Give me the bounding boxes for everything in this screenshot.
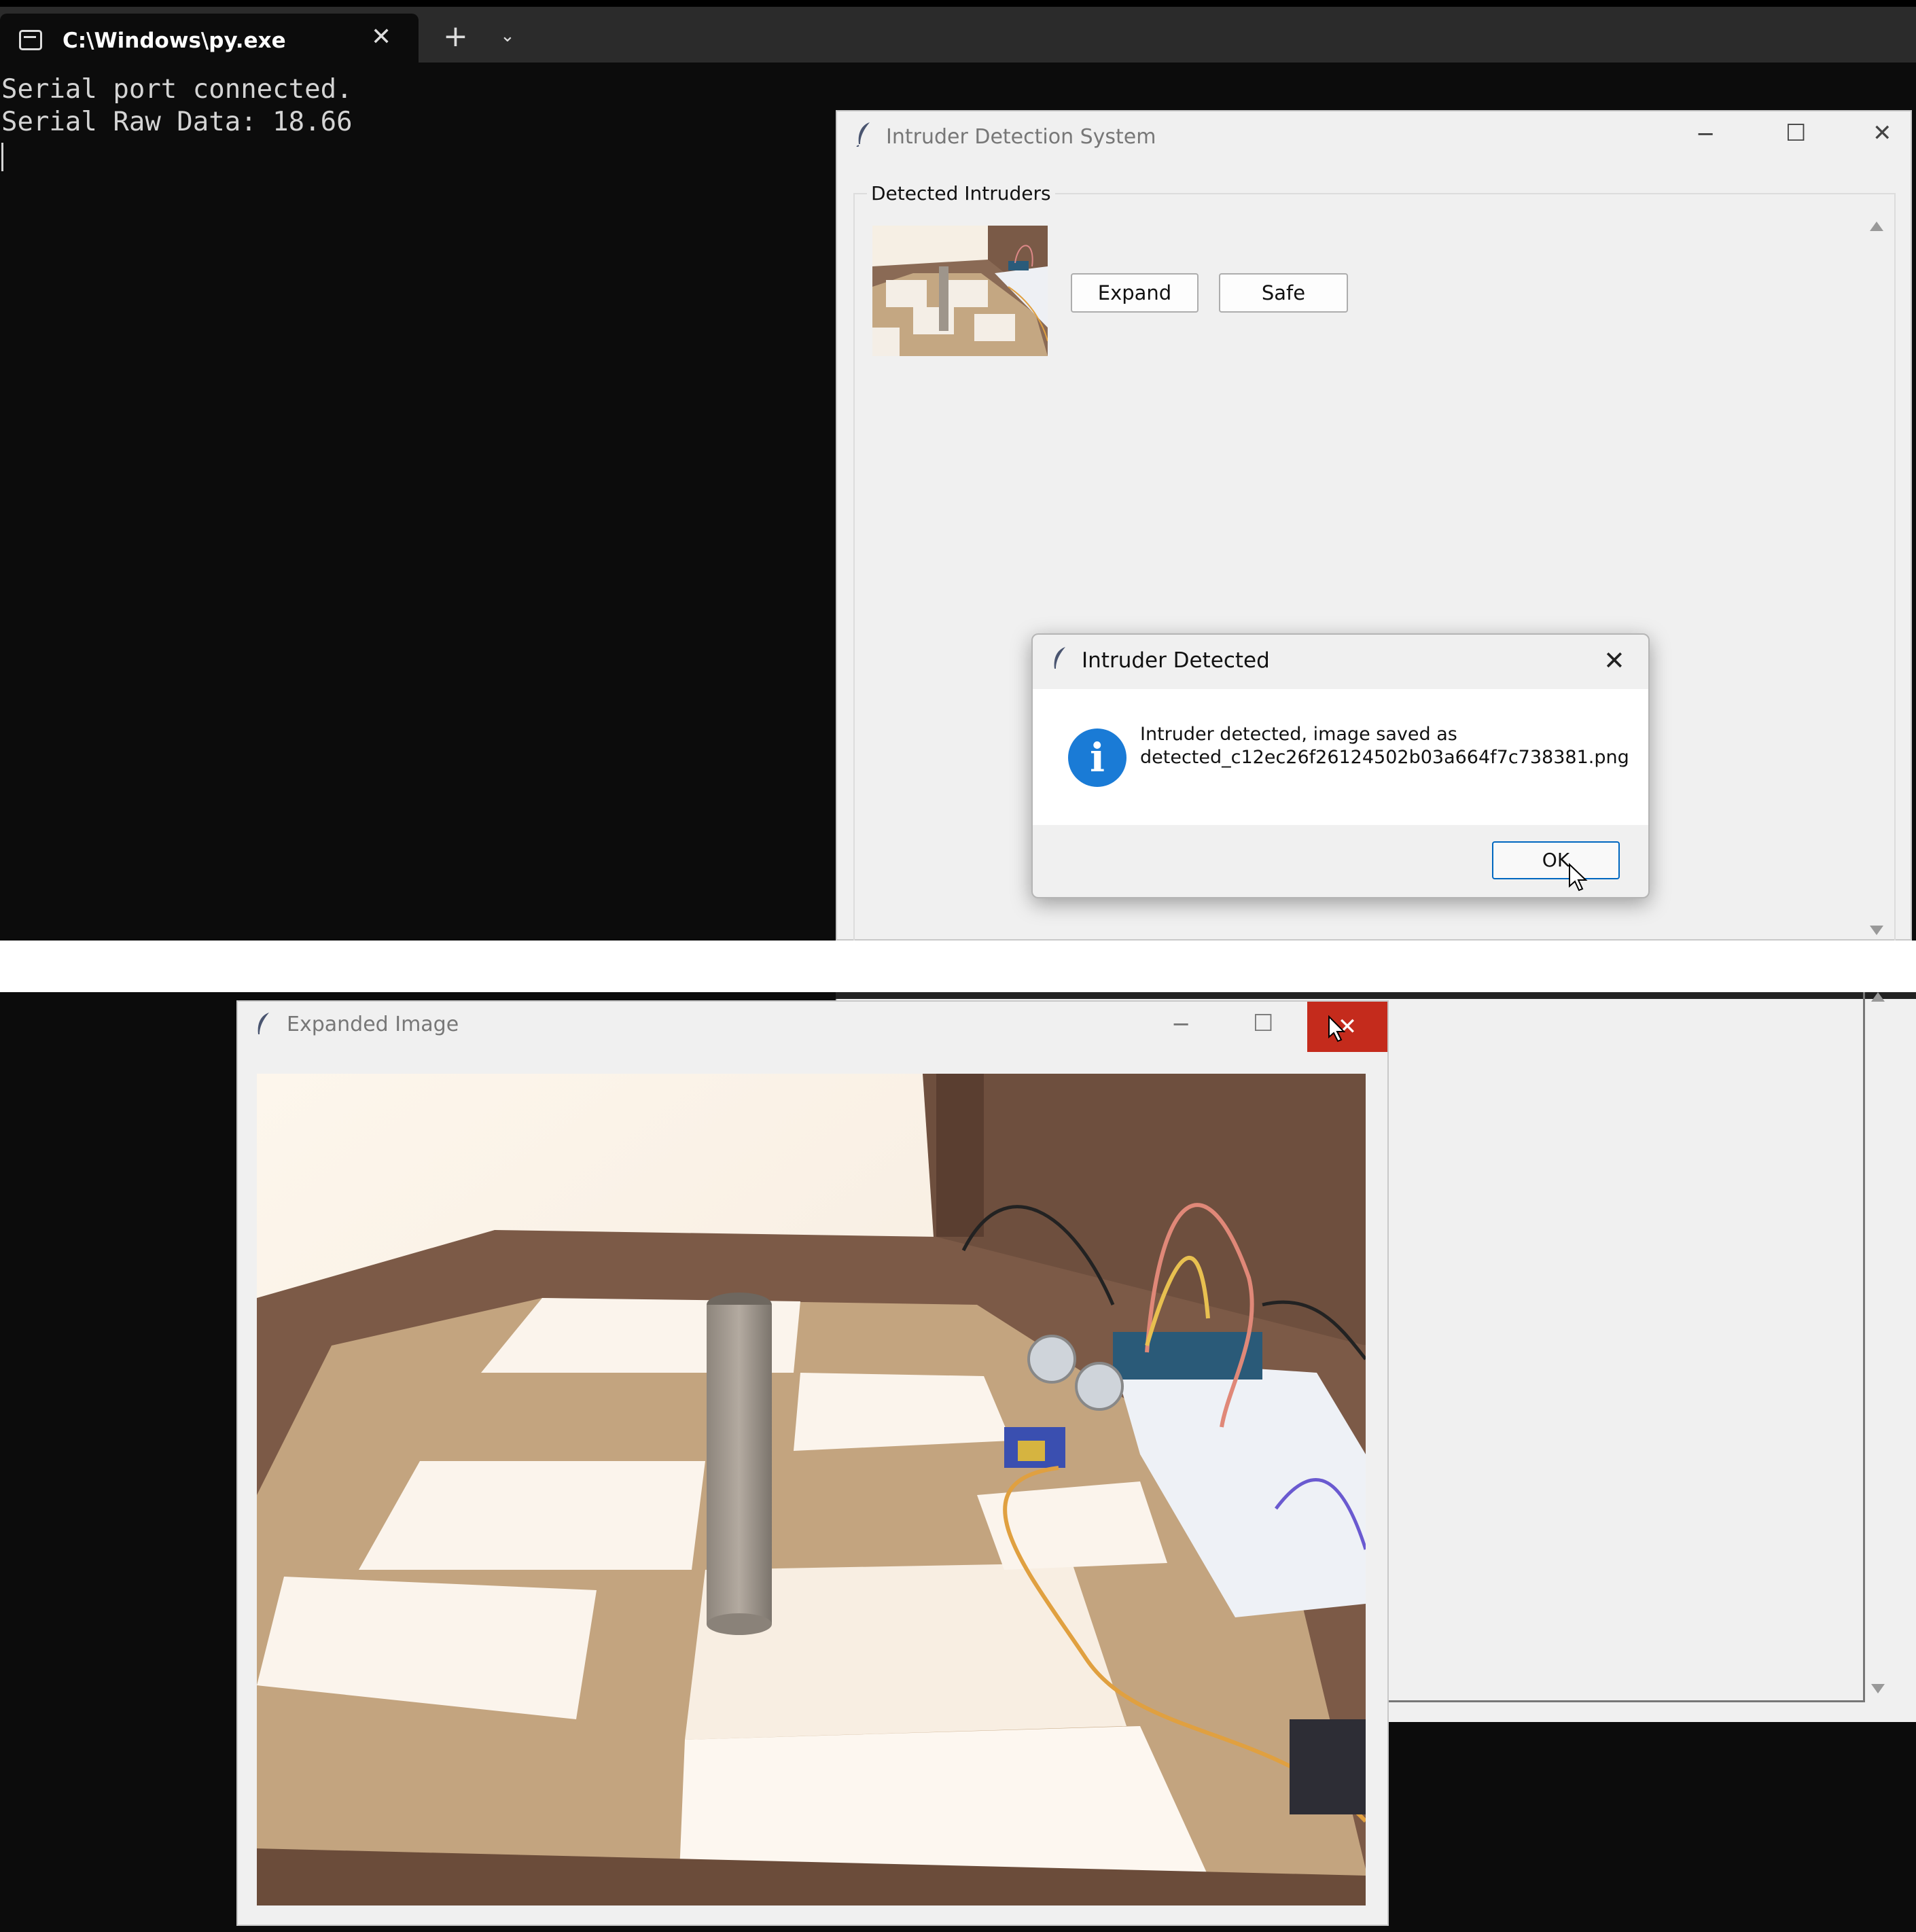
console-output: Serial port connected. Serial Raw Data: 1… [1,73,353,139]
tk-feather-icon [1050,646,1068,671]
safe-button[interactable]: Safe [1219,273,1348,313]
detected-intruders-label: Detected Intruders [867,182,1055,205]
tab-dropdown-chevron-down-icon[interactable]: ⌄ [500,26,515,46]
maximize-icon[interactable]: ☐ [1253,1010,1273,1037]
terminal-tab-title: C:\Windows\py.exe [63,29,286,53]
terminal-icon [19,30,42,50]
tk-feather-icon [254,1011,272,1037]
vertical-scrollbar[interactable] [1863,213,1890,941]
close-icon[interactable]: ✕ [1873,120,1892,147]
terminal-tab[interactable]: C:\Windows\py.exe ✕ [0,14,419,69]
info-icon: i [1068,728,1126,787]
intruder-detected-dialog: Intruder Detected ✕ i Intruder detected,… [1031,633,1650,898]
scroll-down-icon[interactable] [1870,926,1883,935]
top-screenshot: C:\Windows\py.exe ✕ + ⌄ Serial port conn… [0,0,1916,941]
bottom-screenshot: Expanded Image ─ ☐ ✕ [0,992,1916,1932]
console-caret [1,143,3,171]
window-title: Intruder Detection System [886,125,1156,149]
intruder-thumbnail [872,226,1048,356]
ok-button[interactable]: OK [1492,841,1620,879]
new-tab-plus-icon[interactable]: + [443,19,468,54]
maximize-icon[interactable]: ☐ [1786,120,1806,147]
dialog-title: Intruder Detected [1082,648,1270,673]
scroll-up-icon[interactable] [1870,222,1883,231]
expand-button[interactable]: Expand [1071,273,1199,313]
dialog-close-icon[interactable]: ✕ [1603,646,1625,675]
scroll-down-icon[interactable] [1871,1684,1885,1693]
screenshot-divider [0,941,1916,992]
mouse-cursor-icon [1568,863,1589,893]
dialog-body: i Intruder detected, image saved as dete… [1033,689,1648,825]
mouse-cursor-icon [1328,1015,1347,1044]
terminal-tab-bar: C:\Windows\py.exe ✕ + ⌄ [0,0,1916,69]
minimize-icon[interactable]: ─ [1699,121,1712,148]
minimize-icon[interactable]: ─ [1174,1011,1188,1038]
console-line: Serial Raw Data: 18.66 [1,107,353,137]
scroll-up-icon[interactable] [1871,992,1885,1002]
close-button[interactable]: ✕ [1307,1002,1387,1052]
expanded-intruder-photo [257,1074,1366,1905]
window-title: Expanded Image [287,1013,459,1036]
tab-close-icon[interactable]: ✕ [371,23,391,51]
dialog-message: Intruder detected, image saved as detect… [1140,724,1629,768]
tk-feather-icon [855,121,872,147]
expanded-image-window: Expanded Image ─ ☐ ✕ [236,1000,1389,1926]
console-line: Serial port connected. [1,74,353,105]
